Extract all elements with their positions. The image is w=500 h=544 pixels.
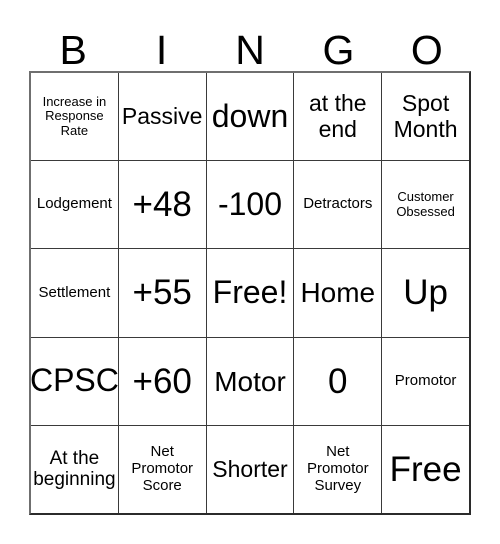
bingo-cell[interactable]: +55: [119, 249, 207, 337]
bingo-header-row: B I N G O: [29, 22, 471, 71]
bingo-cell[interactable]: +60: [119, 337, 207, 425]
bingo-cell[interactable]: Customer Obsessed: [382, 161, 469, 248]
bingo-cell[interactable]: Passive: [119, 73, 207, 161]
bingo-cell[interactable]: At the beginning: [31, 425, 119, 514]
bingo-cell[interactable]: -100: [207, 161, 295, 249]
bingo-card: B I N G O Increase in Response Rate Pass…: [0, 0, 500, 544]
bingo-row: CPSC +60 Motor 0 Promotor: [31, 337, 469, 426]
bingo-cell[interactable]: Detractors: [294, 161, 383, 249]
bingo-cell[interactable]: Increase in Response Rate: [31, 73, 119, 161]
bingo-cell[interactable]: Net Promotor Survey: [294, 425, 383, 514]
bingo-row: Increase in Response Rate Passive down a…: [31, 73, 469, 162]
header-letter-o: O: [410, 27, 443, 73]
bingo-cell[interactable]: Shorter: [207, 425, 295, 514]
bingo-row: Lodgement +48 -100 Detractors Customer O…: [31, 161, 469, 250]
header-letter-g: G: [322, 27, 355, 73]
header-letter-n: N: [235, 27, 265, 73]
bingo-cell[interactable]: 0: [294, 337, 383, 425]
bingo-cell[interactable]: Net Promotor Score: [119, 425, 207, 514]
bingo-cell[interactable]: Spot Month: [382, 73, 469, 160]
bingo-cell[interactable]: Lodgement: [31, 161, 119, 249]
bingo-cell[interactable]: +48: [119, 161, 207, 249]
bingo-cell[interactable]: Settlement: [31, 249, 119, 337]
bingo-cell[interactable]: down: [207, 73, 295, 161]
bingo-row: At the beginning Net Promotor Score Shor…: [31, 425, 469, 514]
bingo-cell[interactable]: Up: [382, 249, 469, 336]
bingo-cell[interactable]: Promotor: [382, 338, 469, 425]
bingo-cell[interactable]: CPSC: [31, 337, 119, 425]
bingo-cell[interactable]: Free: [382, 426, 469, 513]
bingo-grid: Increase in Response Rate Passive down a…: [29, 71, 471, 515]
bingo-cell[interactable]: Home: [294, 249, 383, 337]
header-letter-i: I: [155, 27, 168, 73]
bingo-row: Settlement +55 Free! Home Up: [31, 249, 469, 338]
bingo-cell[interactable]: Motor: [207, 337, 295, 425]
bingo-cell-free-space[interactable]: Free!: [207, 249, 295, 337]
header-letter-b: B: [59, 27, 87, 73]
bingo-cell[interactable]: at the end: [294, 73, 383, 161]
